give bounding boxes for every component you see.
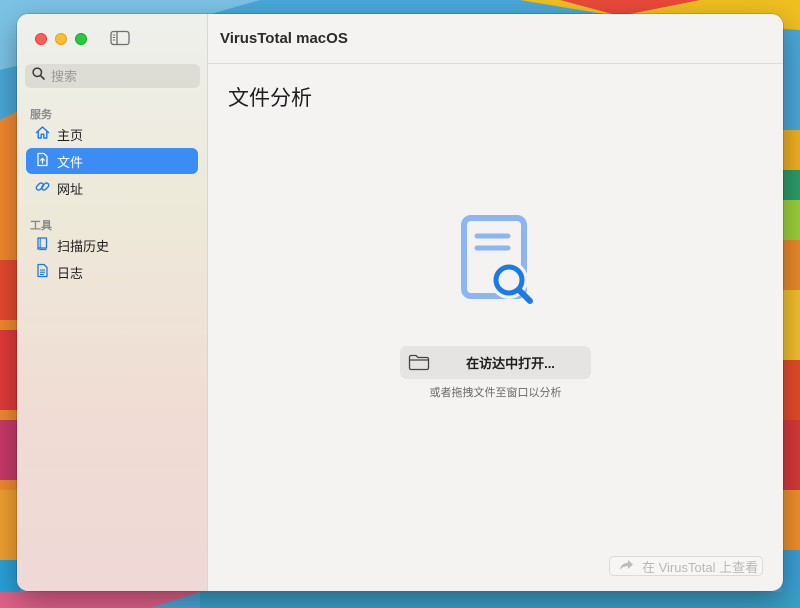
page-title: 文件分析	[228, 87, 312, 110]
sidebar-item-files[interactable]: 文件	[26, 148, 198, 174]
book-icon	[35, 236, 50, 254]
view-on-virustotal-label: 在 VirusTotal 上查看	[642, 559, 759, 575]
sidebar-search[interactable]	[25, 64, 200, 88]
document-icon	[35, 152, 50, 170]
share-arrow-icon	[619, 559, 634, 574]
sidebar-item-urls[interactable]: 网址	[26, 175, 198, 201]
house-icon	[35, 125, 50, 143]
view-on-virustotal-button[interactable]: 在 VirusTotal 上查看	[609, 556, 763, 576]
document-search-icon	[461, 215, 537, 307]
open-in-finder-button[interactable]: 在访达中打开...	[400, 346, 591, 379]
sidebar-item-label: 主页	[57, 127, 84, 143]
search-input[interactable]	[51, 68, 191, 84]
sidebar-toggle-icon[interactable]	[110, 30, 130, 46]
main-content: VirusTotal macOS 文件分析 在访达中打开... 或者拖拽文件至窗	[208, 14, 783, 591]
section-title-tools: 工具	[30, 220, 52, 232]
sidebar-item-logs[interactable]: 日志	[26, 259, 198, 285]
link-icon	[35, 179, 50, 197]
app-window: 服务 主页 文件	[17, 14, 783, 591]
drag-drop-hint: 或者拖拽文件至窗口以分析	[429, 387, 562, 399]
window-title: VirusTotal macOS	[208, 14, 783, 64]
close-window-button[interactable]	[35, 33, 47, 45]
sidebar-item-label: 日志	[57, 265, 84, 281]
sidebar-item-scan-history[interactable]: 扫描历史	[26, 232, 198, 258]
sidebar-item-home[interactable]: 主页	[26, 121, 198, 147]
sidebar: 服务 主页 文件	[17, 14, 208, 591]
sidebar-item-label: 文件	[57, 154, 84, 170]
log-document-icon	[35, 263, 50, 281]
sidebar-item-label: 扫描历史	[57, 238, 110, 254]
sidebar-item-label: 网址	[57, 181, 84, 197]
section-title-services: 服务	[30, 109, 52, 121]
search-icon	[32, 67, 45, 85]
minimize-window-button[interactable]	[55, 33, 67, 45]
folder-icon	[408, 354, 430, 374]
zoom-window-button[interactable]	[75, 33, 87, 45]
window-controls	[35, 33, 87, 45]
